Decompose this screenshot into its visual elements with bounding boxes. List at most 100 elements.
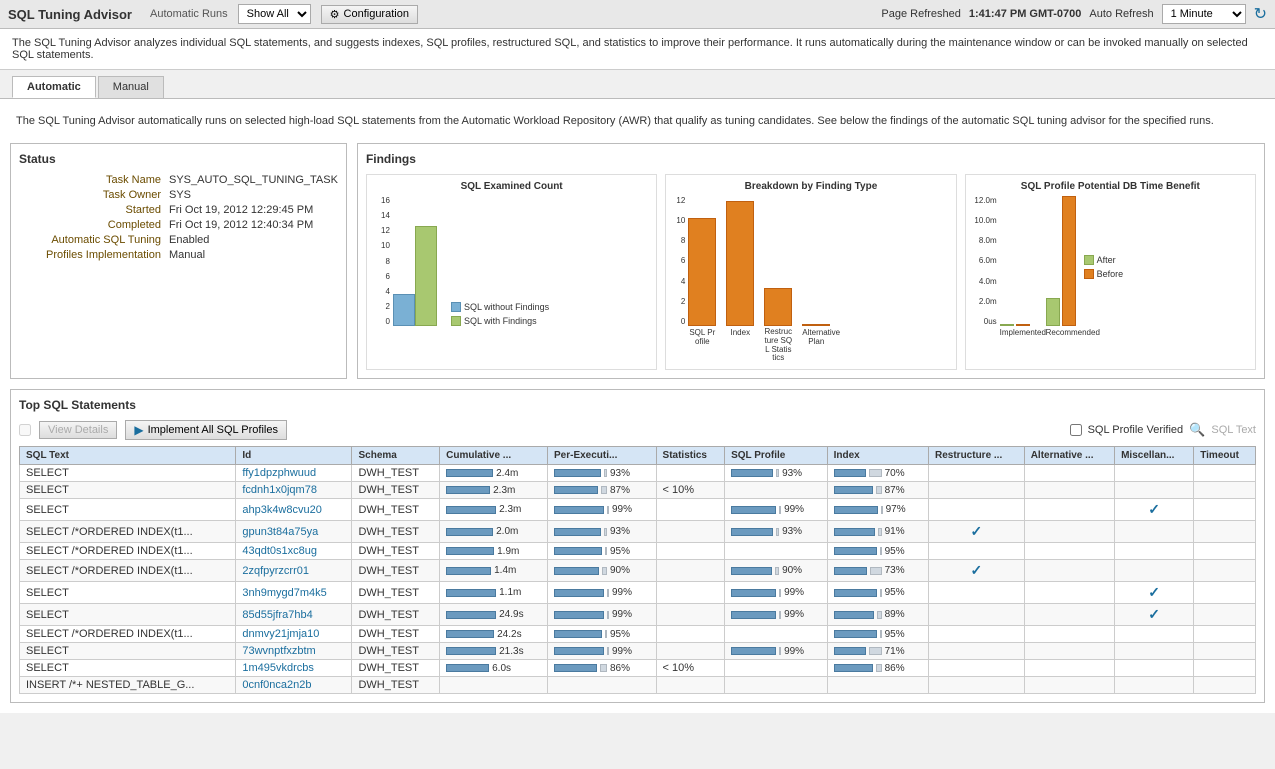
cell-timeout	[1194, 643, 1256, 660]
play-icon: ▶	[134, 423, 143, 437]
cell-cumulative: 2.3m	[440, 499, 548, 521]
cell-per-exec: 93%	[548, 465, 657, 482]
id-link[interactable]: ffy1dpzphwuud	[242, 467, 316, 479]
col-header-sql-profile: SQL Profile	[725, 447, 828, 465]
cell-alternative	[1024, 643, 1114, 660]
cell-sql-profile: 99%	[725, 643, 828, 660]
cell-id[interactable]: fcdnh1x0jqm78	[236, 482, 352, 499]
cell-id[interactable]: gpun3t84a75ya	[236, 521, 352, 543]
cell-misc	[1115, 521, 1194, 543]
status-title: Status	[19, 152, 338, 166]
cell-restructure: ✓	[929, 560, 1025, 582]
id-link[interactable]: 1m495vkdrcbs	[242, 662, 314, 674]
sql-table-wrap[interactable]: SQL Text Id Schema Cumulative ... Per-Ex…	[19, 446, 1256, 694]
cell-id[interactable]: 2zqfpyrzcrr01	[236, 560, 352, 582]
id-link[interactable]: 2zqfpyrzcrr01	[242, 565, 309, 577]
refresh-icon[interactable]: ↻	[1254, 4, 1267, 24]
status-field-value: Fri Oct 19, 2012 12:40:34 PM	[169, 219, 313, 231]
table-row: SELECT /*ORDERED INDEX(t1...43qdt0s1xc8u…	[20, 543, 1256, 560]
id-link[interactable]: gpun3t84a75ya	[242, 526, 318, 538]
cell-id[interactable]: 0cnf0nca2n2b	[236, 677, 352, 694]
findings-box: Findings SQL Examined Count 161412108642…	[357, 143, 1265, 379]
cell-id[interactable]: 3nh9mygd7m4k5	[236, 582, 352, 604]
auto-refresh-label: Auto Refresh	[1089, 8, 1153, 20]
header-right: Page Refreshed 1:41:47 PM GMT-0700 Auto …	[881, 4, 1267, 24]
cell-alternative	[1024, 521, 1114, 543]
sql-toolbar: View Details ▶ Implement All SQL Profile…	[19, 420, 1256, 440]
cell-per-exec: 99%	[548, 604, 657, 626]
top-sql-title: Top SQL Statements	[19, 398, 1256, 412]
cell-alternative	[1024, 543, 1114, 560]
show-all-select[interactable]: Show All	[238, 4, 311, 24]
runs-label: Automatic Runs	[150, 8, 228, 20]
cell-statistics	[656, 521, 725, 543]
table-row: SELECT /*ORDERED INDEX(t1... dnmvy21jmja1…	[20, 626, 1256, 643]
cell-per-exec: 86%	[548, 660, 657, 677]
cell-index: 87%	[827, 482, 928, 499]
id-link[interactable]: 43qdt0s1xc8ug	[242, 545, 317, 557]
cell-sql-text: SELECT	[20, 482, 236, 499]
auto-refresh-select[interactable]: 1 Minute 5 Minutes 10 Minutes Off	[1162, 4, 1246, 24]
y-axis-1: 1614121086420	[373, 196, 393, 326]
cell-sql-text: SELECT	[20, 499, 236, 521]
cell-sql-profile	[725, 660, 828, 677]
cell-sql-profile: 90%	[725, 560, 828, 582]
cell-sql-profile: 93%	[725, 465, 828, 482]
cell-statistics	[656, 560, 725, 582]
cell-alternative	[1024, 465, 1114, 482]
cell-schema: DWH_TEST	[352, 582, 440, 604]
implement-all-button[interactable]: ▶ Implement All SQL Profiles	[125, 420, 287, 440]
view-details-button[interactable]: View Details	[39, 421, 117, 439]
tab-automatic[interactable]: Automatic	[12, 76, 96, 98]
cell-id[interactable]: dnmvy21jmja10	[236, 626, 352, 643]
cell-sql-text: SELECT /*ORDERED INDEX(t1...	[20, 626, 236, 643]
page-refreshed-label: Page Refreshed	[881, 8, 961, 20]
status-findings-row: Status Task NameSYS_AUTO_SQL_TUNING_TASK…	[10, 143, 1265, 379]
col-header-schema: Schema	[352, 447, 440, 465]
tab-manual[interactable]: Manual	[98, 76, 164, 98]
cell-statistics	[656, 604, 725, 626]
cell-timeout	[1194, 482, 1256, 499]
id-link[interactable]: 85d55jfra7hb4	[242, 609, 312, 621]
cell-id[interactable]: 73wvnptfxzbtm	[236, 643, 352, 660]
id-link[interactable]: 73wvnptfxzbtm	[242, 645, 315, 657]
id-link[interactable]: ahp3k4w8cvu20	[242, 504, 322, 516]
x-label-restructure: Restructure SQL Statistics	[764, 328, 792, 363]
cell-timeout	[1194, 626, 1256, 643]
col-header-restructure: Restructure ...	[929, 447, 1025, 465]
cell-schema: DWH_TEST	[352, 604, 440, 626]
status-field-label: Task Name	[19, 174, 169, 186]
cell-misc: ✓	[1115, 604, 1194, 626]
app-title: SQL Tuning Advisor	[8, 7, 132, 22]
cell-misc	[1115, 560, 1194, 582]
id-link[interactable]: fcdnh1x0jqm78	[242, 484, 317, 496]
col-header-id: Id	[236, 447, 352, 465]
cell-id[interactable]: 85d55jfra7hb4	[236, 604, 352, 626]
cell-cumulative	[440, 677, 548, 694]
cell-misc	[1115, 643, 1194, 660]
cell-alternative	[1024, 660, 1114, 677]
cell-misc	[1115, 465, 1194, 482]
cell-per-exec: 93%	[548, 521, 657, 543]
id-link[interactable]: 0cnf0nca2n2b	[242, 679, 311, 691]
cell-id[interactable]: 43qdt0s1xc8ug	[236, 543, 352, 560]
status-field-value: Manual	[169, 249, 205, 261]
sql-profile-verified-checkbox[interactable]	[1070, 424, 1082, 436]
cell-id[interactable]: ffy1dpzphwuud	[236, 465, 352, 482]
cell-id[interactable]: ahp3k4w8cvu20	[236, 499, 352, 521]
cell-schema: DWH_TEST	[352, 499, 440, 521]
status-box: Status Task NameSYS_AUTO_SQL_TUNING_TASK…	[10, 143, 347, 379]
cell-sql-profile: 99%	[725, 582, 828, 604]
cell-id[interactable]: 1m495vkdrcbs	[236, 660, 352, 677]
id-link[interactable]: 3nh9mygd7m4k5	[242, 587, 326, 599]
view-details-checkbox[interactable]	[19, 424, 31, 436]
id-link[interactable]: dnmvy21jmja10	[242, 628, 319, 640]
chart2-title: Breakdown by Finding Type	[672, 181, 949, 192]
search-icon: 🔍	[1189, 422, 1205, 438]
cell-index: 86%	[827, 660, 928, 677]
configuration-button[interactable]: ⚙ Configuration	[321, 5, 418, 24]
cell-sql-text: SELECT	[20, 465, 236, 482]
cell-cumulative: 24.2s	[440, 626, 548, 643]
table-row: SELECTfcdnh1x0jqm78DWH_TEST 2.3m 87% < 1…	[20, 482, 1256, 499]
header: SQL Tuning Advisor Automatic Runs Show A…	[0, 0, 1275, 29]
